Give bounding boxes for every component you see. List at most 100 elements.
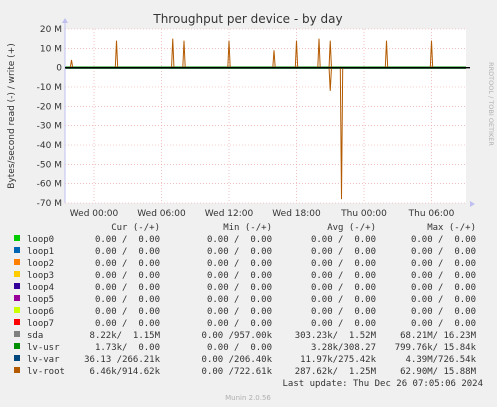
legend-cur-lv-usr: 1.73k/ 0.00 — [95, 343, 160, 353]
legend-min-lv-root: 0.00 /722.61k — [202, 367, 273, 377]
y-tick-label: 20 M — [40, 25, 62, 35]
legend-name-loop7: loop7 — [27, 319, 54, 329]
legend-min-loop5: 0.00 / 0.00 — [207, 295, 272, 305]
legend-max-loop4: 0.00 / 0.00 — [411, 283, 476, 293]
legend-swatch-loop2 — [14, 259, 20, 265]
x-tick-label: Wed 00:00 — [70, 209, 119, 219]
legend-avg-loop3: 0.00 / 0.00 — [311, 271, 376, 281]
legend-swatch-loop3 — [14, 271, 20, 277]
legend-name-loop3: loop3 — [27, 271, 54, 281]
legend-max-loop6: 0.00 / 0.00 — [411, 307, 476, 317]
legend-name-lv-root: lv-root — [27, 367, 65, 377]
legend-name-loop6: loop6 — [27, 307, 54, 317]
legend-name-loop5: loop5 — [27, 295, 54, 305]
legend-name-loop4: loop4 — [27, 283, 54, 293]
legend-min-loop0: 0.00 / 0.00 — [207, 235, 272, 245]
legend-min-sda: 0.00 /957.00k — [202, 331, 273, 341]
legend-header-min: Min (-/+) — [223, 223, 272, 233]
x-axis-ticks: Wed 00:00 Wed 06:00 Wed 12:00 Wed 18:00 Thu … — [70, 209, 455, 219]
plot-area — [65, 29, 466, 203]
x-tick-label: Wed 06:00 — [137, 209, 186, 219]
y-tick-label: 0 — [56, 64, 62, 74]
legend-min-loop4: 0.00 / 0.00 — [207, 283, 272, 293]
y-tick-label: -60 M — [37, 180, 62, 190]
legend-max-lv-var: 4.39M/726.54k — [406, 355, 477, 365]
legend-cur-loop3: 0.00 / 0.00 — [95, 271, 160, 281]
legend-cur-loop5: 0.00 / 0.00 — [95, 295, 160, 305]
legend-cur-loop0: 0.00 / 0.00 — [95, 235, 160, 245]
legend-cur-loop1: 0.00 / 0.00 — [95, 247, 160, 257]
legend-avg-loop2: 0.00 / 0.00 — [311, 259, 376, 269]
legend-swatch-loop7 — [14, 319, 20, 325]
y-tick-label: -40 M — [37, 141, 62, 151]
watermark: RRDTOOL / TOBI OETIKER — [487, 62, 495, 146]
legend-max-sda: 68.21M/ 16.23M — [400, 331, 476, 341]
legend-avg-loop0: 0.00 / 0.00 — [311, 235, 376, 245]
legend-cur-lv-var: 36.13 /266.21k — [84, 355, 160, 365]
legend-min-loop7: 0.00 / 0.00 — [207, 319, 272, 329]
y-tick-label: -20 M — [37, 102, 62, 112]
y-tick-label: -10 M — [37, 83, 62, 93]
y-tick-label: -70 M — [37, 199, 62, 209]
legend-cur-loop6: 0.00 / 0.00 — [95, 307, 160, 317]
legend-min-loop6: 0.00 / 0.00 — [207, 307, 272, 317]
legend-max-loop5: 0.00 / 0.00 — [411, 295, 476, 305]
legend-swatch-lv-var — [14, 355, 20, 361]
x-tick-label: Wed 12:00 — [205, 209, 254, 219]
legend-max-loop3: 0.00 / 0.00 — [411, 271, 476, 281]
legend-avg-loop7: 0.00 / 0.00 — [311, 319, 376, 329]
y-axis-arrow — [62, 18, 68, 23]
y-tick-label: -50 M — [37, 160, 62, 170]
legend-min-loop1: 0.00 / 0.00 — [207, 247, 272, 257]
x-tick-label: Thu 06:00 — [408, 209, 455, 219]
y-axis-label: Bytes/second read (-) / write (+) — [7, 43, 17, 188]
legend-avg-loop5: 0.00 / 0.00 — [311, 295, 376, 305]
legend-max-loop2: 0.00 / 0.00 — [411, 259, 476, 269]
legend-header-avg: Avg (-/+) — [327, 223, 376, 233]
legend-swatch-sda — [14, 331, 20, 337]
legend-swatch-loop5 — [14, 295, 20, 301]
legend-min-loop3: 0.00 / 0.00 — [207, 271, 272, 281]
legend-max-loop7: 0.00 / 0.00 — [411, 319, 476, 329]
legend-min-lv-var: 0.00 /206.40k — [202, 355, 273, 365]
legend-name-lv-usr: lv-usr — [27, 343, 60, 353]
legend-cur-sda: 8.22k/ 1.15M — [90, 331, 161, 341]
legend-swatch-lv-root — [14, 367, 20, 373]
legend-max-loop1: 0.00 / 0.00 — [411, 247, 476, 257]
legend-max-loop0: 0.00 / 0.00 — [411, 235, 476, 245]
legend-name-loop2: loop2 — [27, 259, 54, 269]
legend-avg-sda: 303.23k/ 1.52M — [295, 331, 377, 341]
last-update: Last update: Thu Dec 26 07:05:06 2024 — [283, 379, 483, 389]
footer-version: Munin 2.0.56 — [225, 394, 271, 402]
legend-header-max: Max (-/+) — [427, 223, 476, 233]
legend-name-loop0: loop0 — [27, 235, 54, 245]
legend-max-lv-root: 62.90M/ 15.88M — [400, 367, 476, 377]
legend-avg-lv-root: 287.62k/ 1.25M — [295, 367, 377, 377]
legend-min-loop2: 0.00 / 0.00 — [207, 259, 272, 269]
legend-avg-loop6: 0.00 / 0.00 — [311, 307, 376, 317]
legend-swatch-loop6 — [14, 307, 20, 313]
legend-swatch-loop0 — [14, 235, 20, 241]
legend-cur-loop4: 0.00 / 0.00 — [95, 283, 160, 293]
legend-cur-lv-root: 6.46k/914.62k — [90, 367, 161, 377]
legend-avg-lv-var: 11.97k/275.42k — [300, 355, 376, 365]
x-axis-arrow — [470, 201, 475, 207]
legend-cur-loop2: 0.00 / 0.00 — [95, 259, 160, 269]
x-tick-label: Wed 18:00 — [272, 209, 321, 219]
y-tick-label: 10 M — [40, 44, 62, 54]
y-axis-ticks: 20 M 10 M 0 -10 M -20 M -30 M -40 M -50 M -60 M -… — [37, 25, 63, 209]
legend-name-lv-var: lv-var — [27, 355, 60, 365]
legend-swatch-loop4 — [14, 283, 20, 289]
chart-title: Throughput per device - by day — [152, 12, 342, 26]
legend-avg-loop1: 0.00 / 0.00 — [311, 247, 376, 257]
legend-avg-lv-usr: 3.28k/308.27 — [311, 343, 376, 353]
legend-avg-loop4: 0.00 / 0.00 — [311, 283, 376, 293]
legend-name-loop1: loop1 — [27, 247, 54, 257]
x-tick-label: Thu 00:00 — [340, 209, 387, 219]
legend-header-cur: Cur (-/+) — [111, 223, 160, 233]
legend-max-lv-usr: 799.76k/ 15.84k — [395, 343, 477, 353]
legend-min-lv-usr: 0.00 / 0.00 — [207, 343, 272, 353]
chart: Throughput per device - by day RRDTOOL /… — [7, 12, 495, 402]
legend-cur-loop7: 0.00 / 0.00 — [95, 319, 160, 329]
y-tick-label: -30 M — [37, 122, 62, 132]
